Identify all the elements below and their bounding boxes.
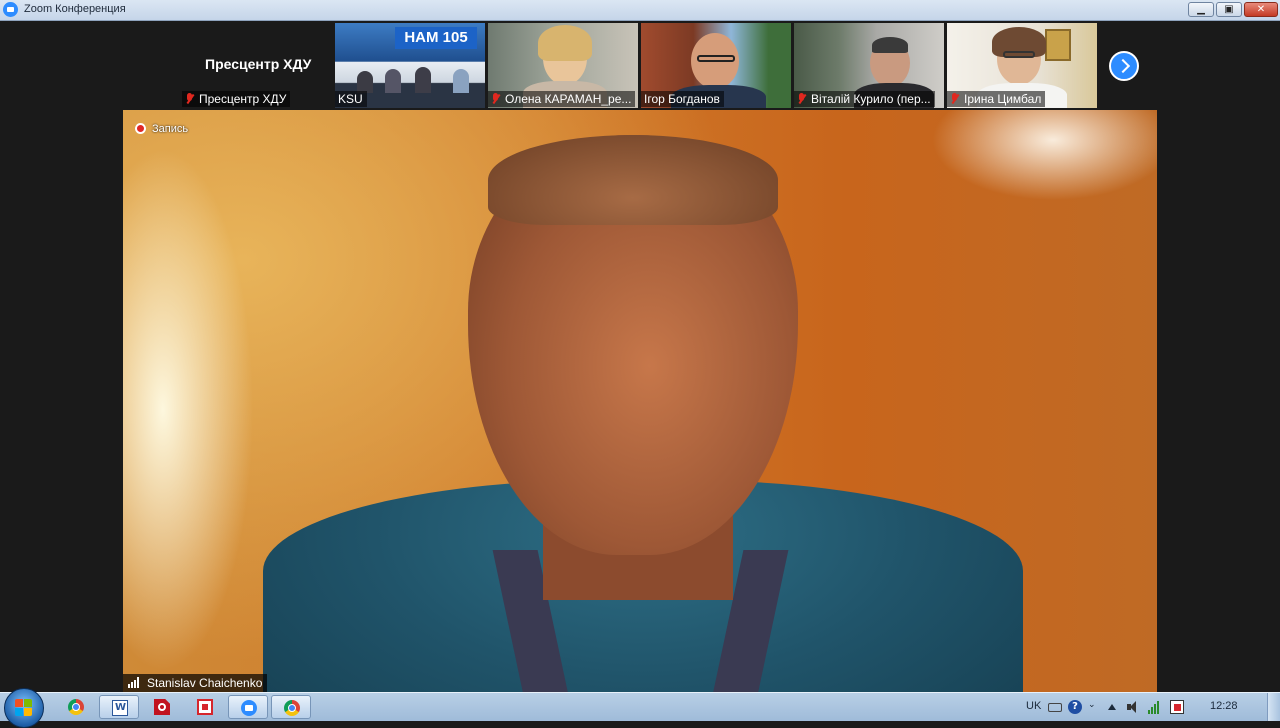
participant-tile[interactable]: НАМ 105 KSU bbox=[335, 23, 485, 108]
system-tray: UK ? ⌄ 12:28 bbox=[1020, 693, 1280, 721]
maximize-icon: ▣ bbox=[1224, 4, 1234, 15]
record-icon bbox=[135, 123, 146, 134]
presenter-name-label: Пресцентр ХДУ bbox=[205, 56, 312, 72]
participant-name: Ігор Богданов bbox=[641, 91, 724, 107]
taskbar-chrome-button-2[interactable] bbox=[271, 695, 311, 719]
recording-label: Запись bbox=[152, 123, 189, 135]
taskbar-app-button[interactable] bbox=[185, 695, 225, 719]
chrome-icon bbox=[68, 699, 84, 715]
keyboard-icon[interactable] bbox=[1048, 703, 1062, 712]
recording-indicator[interactable]: Запись bbox=[135, 122, 188, 136]
chrome-icon bbox=[284, 700, 300, 716]
participant-tile[interactable]: Віталій Курило (пер... bbox=[794, 23, 944, 108]
speaker-name: Stanislav Chaichenko bbox=[147, 676, 263, 690]
network-icon[interactable] bbox=[1148, 700, 1162, 714]
participant-name: KSU bbox=[335, 91, 367, 107]
minimize-button[interactable]: ▁ bbox=[1188, 2, 1214, 17]
red-app-icon bbox=[197, 699, 213, 715]
channel-banner: НАМ 105 bbox=[395, 27, 477, 49]
active-speaker-video[interactable]: Запись Stanislav Chaichenko bbox=[123, 110, 1157, 692]
participant-tile[interactable]: Ігор Богданов bbox=[641, 23, 791, 108]
show-desktop-button[interactable] bbox=[1267, 693, 1280, 721]
taskbar-zoom-button[interactable] bbox=[228, 695, 268, 719]
mic-muted-icon bbox=[185, 93, 194, 105]
title-bar: Zoom Конференция ▁ ▣ ✕ bbox=[0, 0, 1280, 21]
zoom-icon bbox=[241, 700, 257, 716]
participant-name: Олена КАРАМАН_ре... bbox=[488, 91, 636, 107]
zoom-logo-icon bbox=[3, 2, 18, 17]
participant-tile[interactable]: Олена КАРАМАН_ре... bbox=[488, 23, 638, 108]
close-icon: ✕ bbox=[1256, 4, 1266, 15]
participant-tile[interactable]: Ірина Цимбал bbox=[947, 23, 1097, 108]
tray-overflow-icon[interactable]: ⌄ bbox=[1088, 700, 1102, 714]
mic-muted-icon bbox=[950, 93, 959, 105]
help-icon[interactable]: ? bbox=[1068, 700, 1082, 714]
connection-signal-icon bbox=[128, 677, 142, 688]
participant-strip: Пресцентр ХДУ Пресцентр ХДУ НАМ 105 KSU … bbox=[0, 21, 1280, 109]
volume-icon[interactable] bbox=[1126, 700, 1140, 714]
mic-muted-icon bbox=[491, 93, 500, 105]
word-icon bbox=[112, 700, 128, 716]
close-button[interactable]: ✕ bbox=[1244, 2, 1278, 17]
show-hidden-icons-icon[interactable] bbox=[1108, 704, 1116, 710]
taskbar-word-button[interactable] bbox=[99, 695, 139, 719]
pdf-icon bbox=[154, 699, 170, 715]
mic-muted-icon bbox=[797, 93, 806, 105]
language-indicator[interactable]: UK bbox=[1026, 700, 1041, 712]
participant-name: Ірина Цимбал bbox=[947, 91, 1046, 107]
taskbar: UK ? ⌄ 12:28 bbox=[0, 688, 1280, 728]
video-figure-hair bbox=[488, 135, 778, 225]
next-page-button[interactable] bbox=[1109, 51, 1139, 81]
minimize-icon: ▁ bbox=[1197, 4, 1205, 15]
taskbar-chrome-button[interactable] bbox=[56, 695, 96, 719]
start-button[interactable] bbox=[4, 688, 44, 728]
speaker-name-tag: Stanislav Chaichenko bbox=[123, 674, 268, 692]
maximize-button[interactable]: ▣ bbox=[1216, 2, 1242, 17]
action-center-icon[interactable] bbox=[1170, 700, 1184, 714]
window-title: Zoom Конференция bbox=[24, 3, 126, 15]
taskbar-acrobat-button[interactable] bbox=[142, 695, 182, 719]
clock[interactable]: 12:28 bbox=[1210, 700, 1238, 712]
participant-name: Віталій Курило (пер... bbox=[794, 91, 935, 107]
participant-name: Пресцентр ХДУ bbox=[182, 91, 291, 107]
